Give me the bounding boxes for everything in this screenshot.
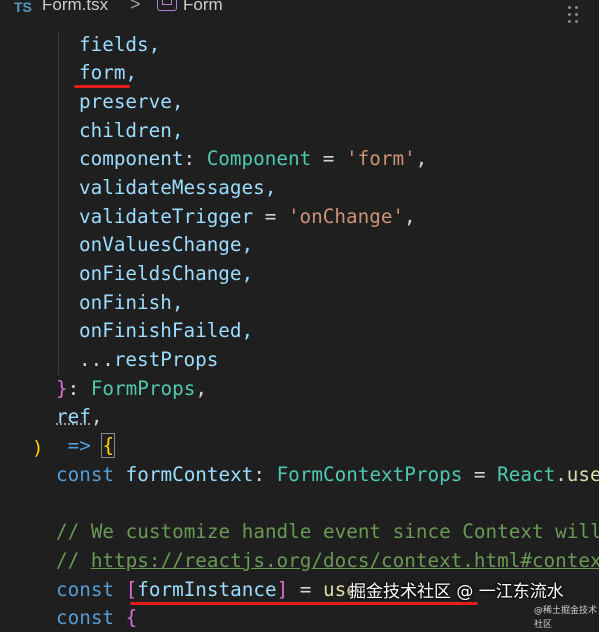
- matching-bracket-marker: ): [32, 437, 44, 459]
- code-line: validateMessages,: [79, 176, 277, 199]
- annotation-underline: [74, 85, 130, 88]
- code-editor[interactable]: fields, form, preserve, children, compon…: [0, 0, 599, 629]
- code-line: component: Component = 'form',: [79, 147, 428, 170]
- code-line: onFinishFailed,: [79, 319, 254, 342]
- code-line: fields,: [79, 33, 161, 56]
- code-line: // We customize handle event since Conte…: [56, 520, 599, 543]
- code-line: const [formInstance] = use: [56, 578, 358, 601]
- code-line: ref,: [56, 405, 103, 428]
- code-line: preserve,: [79, 90, 184, 113]
- comment-link[interactable]: https://reactjs.org/docs/context.html#co…: [91, 549, 599, 572]
- code-line: onFieldsChange,: [79, 262, 254, 285]
- code-line: // https://reactjs.org/docs/context.html…: [56, 546, 599, 575]
- code-line: }: FormProps,: [56, 377, 207, 400]
- code-line: onFinish,: [79, 291, 184, 314]
- code-line: children,: [79, 119, 184, 142]
- code-line: onValuesChange,: [79, 233, 254, 256]
- watermark-small: @稀土掘金技术社区: [534, 606, 598, 630]
- code-line: => {: [56, 433, 116, 458]
- code-line: form,: [79, 61, 138, 84]
- code-line: validateTrigger = 'onChange',: [79, 205, 416, 228]
- watermark: 掘金技术社区 @ 一江东流水: [349, 582, 564, 602]
- code-line: ...restProps: [79, 348, 219, 371]
- code-line: const formContext: FormContextProps = Re…: [56, 463, 599, 486]
